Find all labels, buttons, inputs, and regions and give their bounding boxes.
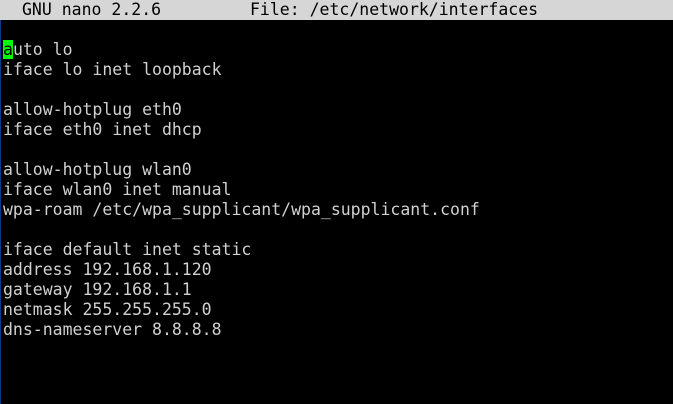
terminal-window[interactable]: GNU nano 2.2.6 File: /etc/network/interf… [0,0,673,404]
editor-line-9[interactable]: wpa-roam /etc/wpa_supplicant/wpa_supplic… [3,200,671,220]
file-path-label: File: /etc/network/interfaces [250,0,539,19]
editor-line-5[interactable]: iface eth0 inet dhcp [3,120,671,140]
nano-version-label: GNU nano 2.2.6 [22,0,162,19]
window-left-border [0,20,1,404]
editor-line-2[interactable]: iface lo inet loopback [3,60,671,80]
nano-title-bar: GNU nano 2.2.6 File: /etc/network/interf… [0,0,673,20]
editor-line-12[interactable]: address 192.168.1.120 [3,260,671,280]
editor-line-7[interactable]: allow-hotplug wlan0 [3,160,671,180]
editor-line-6[interactable] [3,140,671,160]
editor-line-4[interactable]: allow-hotplug eth0 [3,100,671,120]
editor-line-13[interactable]: gateway 192.168.1.1 [3,280,671,300]
line-text: uto lo [12,40,73,59]
editor-line-15[interactable]: dns-nameserver 8.8.8.8 [3,320,671,340]
editor-line-14[interactable]: netmask 255.255.255.0 [3,300,671,320]
editor-line-10[interactable] [3,220,671,240]
editor-line-3[interactable] [3,80,671,100]
editor-line-8[interactable]: iface wlan0 inet manual [3,180,671,200]
editor-line-1[interactable]: auto lo [3,40,671,60]
text-cursor: a [3,40,13,59]
editor-line-11[interactable]: iface default inet static [3,240,671,260]
editor-text-area[interactable]: auto lo iface lo inet loopback allow-hot… [3,40,671,340]
